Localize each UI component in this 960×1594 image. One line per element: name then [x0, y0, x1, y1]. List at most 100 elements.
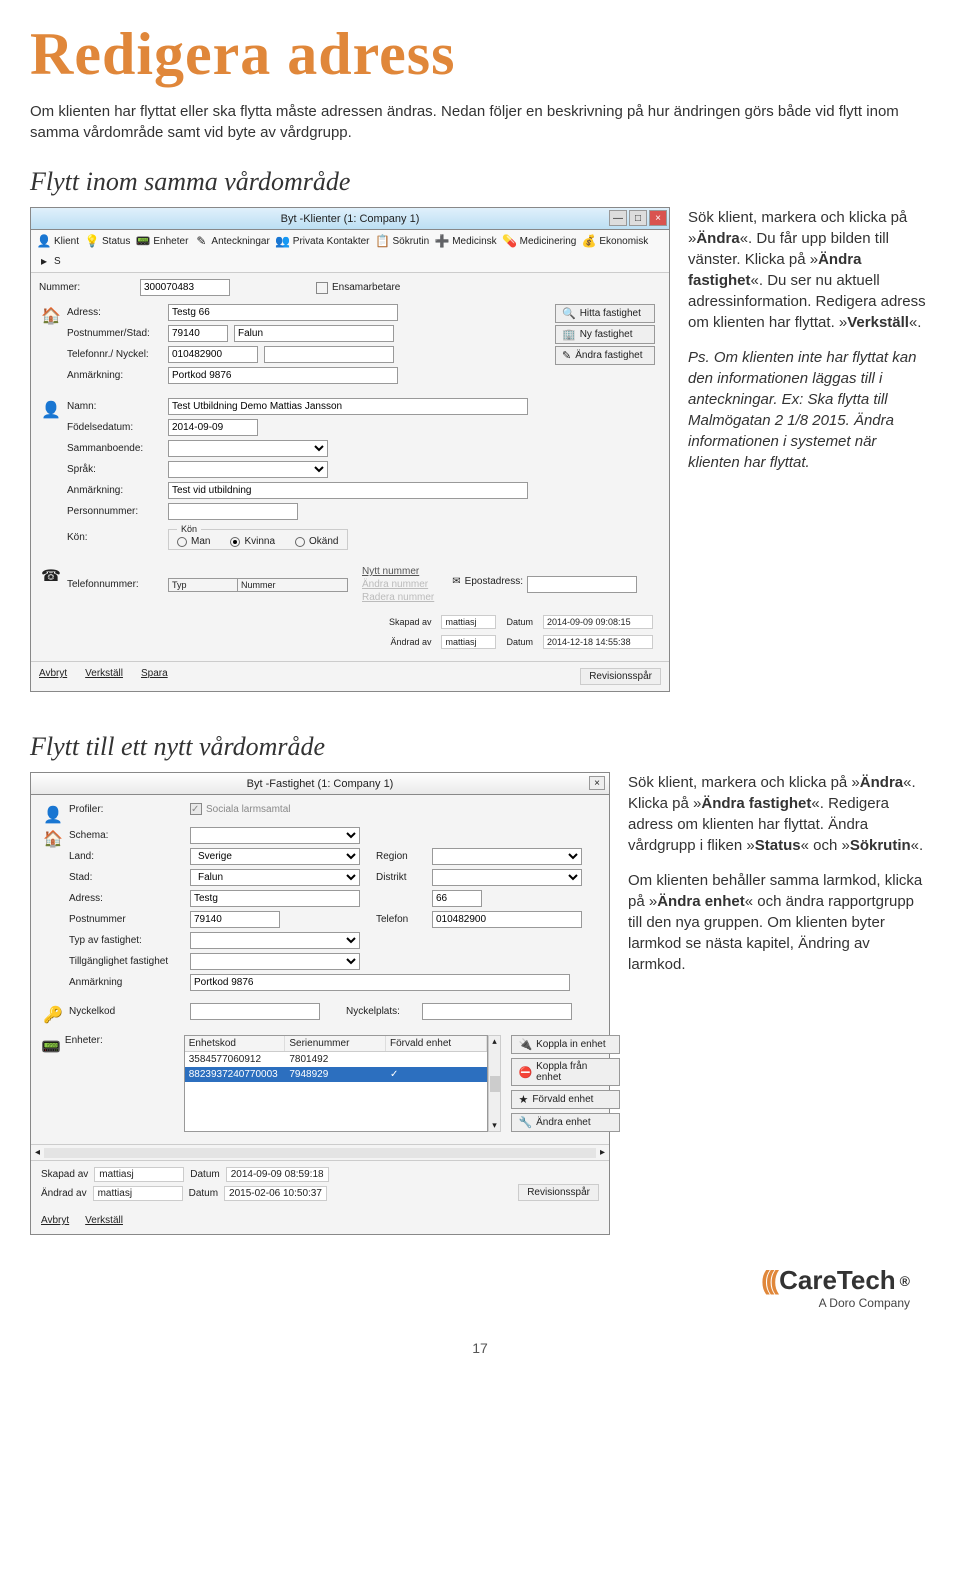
adress-field[interactable]	[168, 304, 398, 321]
star-icon: ★	[518, 1093, 528, 1106]
nyckelplats-field[interactable]	[422, 1003, 572, 1020]
post2-label: Postnummer	[69, 914, 184, 925]
side1-paragraph-2: Ps. Om klienten inte har flyttat kan den…	[688, 347, 930, 473]
device2-icon: 📟	[41, 1035, 61, 1059]
tab-more[interactable]: ▸S	[37, 254, 61, 268]
adress-label: Adress:	[67, 307, 162, 318]
minimize-button[interactable]: —	[609, 210, 627, 226]
device-icon: 📟	[136, 234, 150, 248]
side2-paragraph-2: Om klienten behåller samma larmkod, klic…	[628, 870, 930, 975]
revisionsspar-button[interactable]: Revisionsspår	[580, 668, 661, 685]
post-field[interactable]	[168, 325, 228, 342]
ensam-checkbox[interactable]	[316, 282, 328, 294]
tab-anteckningar[interactable]: ✎Anteckningar	[194, 234, 269, 248]
nytt-nummer-link[interactable]: Nytt nummer	[362, 566, 434, 577]
scroll-thumb[interactable]	[490, 1076, 500, 1092]
tab-kontakter[interactable]: 👥Privata Kontakter	[276, 234, 370, 248]
datum-label-2: Datum	[506, 637, 533, 647]
sprak-select[interactable]	[168, 461, 328, 478]
andrad-label: Ändrad av	[390, 637, 431, 647]
house2-icon: 🏠	[41, 827, 65, 851]
dialog-close-button[interactable]: ×	[589, 776, 605, 790]
koppla-fran-button[interactable]: ⛔Koppla från enhet	[511, 1058, 619, 1086]
namn-field[interactable]	[168, 398, 528, 415]
profiler-checkbox[interactable]: ✓	[190, 803, 202, 815]
nyckel-label: Nyckelkod	[69, 1006, 184, 1017]
stad-field[interactable]	[234, 325, 394, 342]
post2-field[interactable]	[190, 911, 280, 928]
anm2-label: Anmärkning:	[67, 485, 162, 496]
anm3-field[interactable]	[190, 974, 570, 991]
table-scrollbar[interactable]: ▴ ▾	[488, 1035, 502, 1132]
typf-label: Typ av fastighet:	[69, 935, 184, 946]
chevron-down-icon: ▾	[492, 1120, 497, 1131]
adress2-field[interactable]	[190, 890, 360, 907]
epost-label: Epostadress:	[465, 576, 523, 587]
h-scrollbar[interactable]	[44, 1148, 596, 1158]
tillg-select[interactable]	[190, 953, 360, 970]
verkstall-button[interactable]: Verkställ	[85, 668, 123, 685]
pnr-field[interactable]	[168, 503, 298, 520]
andra-fastighet-button[interactable]: ✎Ändra fastighet	[555, 346, 655, 365]
typf-select[interactable]	[190, 932, 360, 949]
close-button[interactable]: ×	[649, 210, 667, 226]
nummer-field[interactable]	[140, 279, 230, 296]
kon-label: Kön:	[67, 532, 162, 543]
sammbo-label: Sammanboende:	[67, 443, 162, 454]
tel-field[interactable]	[168, 346, 258, 363]
tab-sokrutin[interactable]: 📋Sökrutin	[376, 234, 430, 248]
andrad-user: mattiasj	[441, 635, 496, 649]
ny-fastighet-button[interactable]: 🏢Ny fastighet	[555, 325, 655, 344]
fodd-field[interactable]	[168, 419, 258, 436]
note-icon: ✎	[194, 234, 208, 248]
land-label: Land:	[69, 851, 184, 862]
chevron-right-icon[interactable]: ▸	[600, 1147, 605, 1158]
adress2-nr-field[interactable]	[432, 890, 482, 907]
datum2b-label: Datum	[189, 1188, 218, 1199]
kon-kvinna-radio[interactable]	[230, 537, 240, 547]
section1-heading: Flytt inom samma vårdområde	[30, 167, 930, 197]
sammbo-select[interactable]	[168, 440, 328, 457]
andra-enhet-button[interactable]: 🔧Ändra enhet	[511, 1113, 619, 1132]
radera-nummer-link[interactable]: Radera nummer	[362, 592, 434, 603]
avbryt-button[interactable]: Avbryt	[39, 668, 67, 685]
sprak-label: Språk:	[67, 464, 162, 475]
enheter-label: Enheter:	[65, 1035, 178, 1046]
andra-nummer-link[interactable]: Ändra nummer	[362, 579, 434, 590]
phone-icon: ☎	[39, 564, 63, 588]
nyckel-field[interactable]	[190, 1003, 320, 1020]
tillg-label: Tillgänglighet fastighet	[69, 956, 184, 967]
anm-field[interactable]	[168, 367, 398, 384]
region-select[interactable]	[432, 848, 582, 865]
hitta-fastighet-button[interactable]: 🔍Hitta fastighet	[555, 304, 655, 323]
datum-label: Datum	[506, 617, 533, 627]
anm2-field[interactable]	[168, 482, 528, 499]
tab-medicinsk[interactable]: ➕Medicinsk	[435, 234, 496, 248]
stad-select[interactable]: Falun	[190, 869, 360, 886]
schema-select[interactable]	[190, 827, 360, 844]
tab-klient[interactable]: 👤Klient	[37, 234, 79, 248]
tab-enheter[interactable]: 📟Enheter	[136, 234, 188, 248]
nyckel-field[interactable]	[264, 346, 394, 363]
revisionsspar2-button[interactable]: Revisionsspår	[518, 1184, 599, 1201]
kon-man-radio[interactable]	[177, 537, 187, 547]
avbryt2-button[interactable]: Avbryt	[41, 1215, 69, 1226]
koppla-in-button[interactable]: 🔌Koppla in enhet	[511, 1035, 619, 1054]
distrikt-select[interactable]	[432, 869, 582, 886]
forvald-button[interactable]: ★Förvald enhet	[511, 1090, 619, 1109]
table-row-selected[interactable]: 88239372407700037948929✓	[185, 1067, 487, 1082]
tab-status[interactable]: 💡Status	[85, 234, 130, 248]
epost-field[interactable]	[527, 576, 637, 593]
verkstall2-button[interactable]: Verkställ	[85, 1215, 123, 1226]
tab-medicinering[interactable]: 💊Medicinering	[503, 234, 577, 248]
tel2-field[interactable]	[432, 911, 582, 928]
maximize-button[interactable]: □	[629, 210, 647, 226]
chevron-left-icon[interactable]: ◂	[35, 1147, 40, 1158]
table-row[interactable]: 35845770609127801492	[185, 1052, 487, 1067]
tab-ekonomisk[interactable]: 💰Ekonomisk	[582, 234, 648, 248]
spara-button[interactable]: Spara	[141, 668, 168, 685]
money-icon: 💰	[582, 234, 596, 248]
land-select[interactable]: Sverige	[190, 848, 360, 865]
kon-okand-radio[interactable]	[295, 537, 305, 547]
num-col: Nummer	[238, 578, 348, 592]
